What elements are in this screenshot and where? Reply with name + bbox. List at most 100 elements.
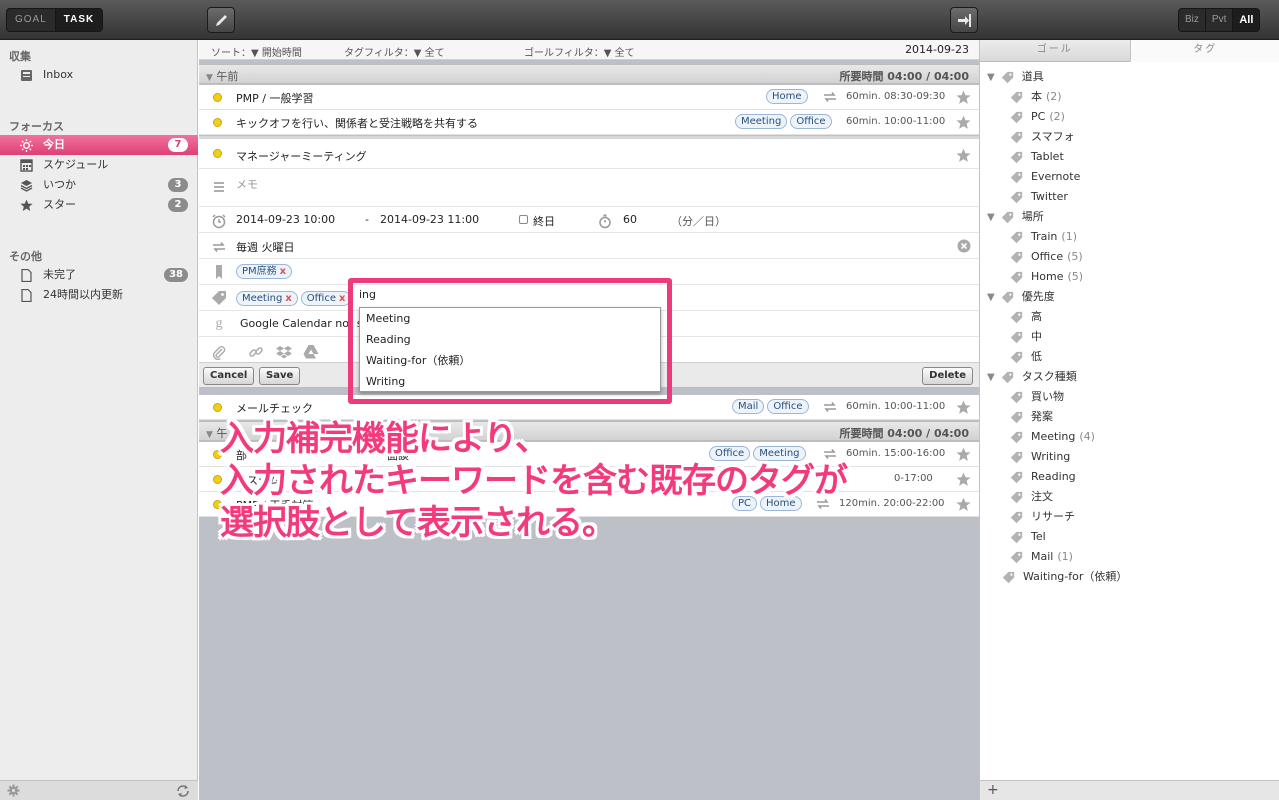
task-duration: 60min. 10:00-11:00 (846, 401, 946, 412)
tag-tree-item[interactable]: 注文 (1010, 487, 1053, 507)
tag-tree-item[interactable]: Meeting (4) (1010, 427, 1095, 447)
autocomplete-option[interactable]: Meeting (360, 308, 660, 329)
delete-button[interactable]: Delete (922, 367, 973, 385)
tag-tree-item[interactable]: Reading (1010, 467, 1076, 487)
cancel-button[interactable]: Cancel (203, 367, 255, 385)
sync-icon[interactable] (176, 784, 190, 798)
autocomplete-option[interactable]: Waiting-for（依頼） (360, 350, 660, 371)
paperclip-icon[interactable] (211, 344, 227, 360)
tag-tree-item[interactable]: ▼ 場所 (987, 207, 1044, 227)
sidebar-item-star[interactable]: スター 2 (0, 195, 198, 215)
tag-tree-item[interactable]: スマフォ (1010, 127, 1075, 147)
autocomplete-option[interactable]: Reading (360, 329, 660, 350)
tag-chip[interactable]: Meeting (735, 114, 788, 129)
tag-chip[interactable]: Home (766, 89, 808, 104)
dropbox-icon[interactable] (276, 344, 292, 360)
minutes-input[interactable]: 60 (623, 213, 637, 226)
tag-tree-item[interactable]: ▼ 道具 (987, 67, 1044, 87)
google-drive-icon[interactable] (303, 344, 319, 360)
tag-chip[interactable]: Office (790, 114, 832, 129)
tag-tree-item[interactable]: Tablet (1010, 147, 1064, 167)
tag-tree-item[interactable]: Evernote (1010, 167, 1080, 187)
tag-tree-item[interactable]: Waiting-for（依頼） (1002, 567, 1127, 587)
star-icon[interactable] (956, 400, 971, 415)
star-icon[interactable] (956, 148, 971, 163)
tag-tree-item[interactable]: ▼ タスク種類 (987, 367, 1077, 387)
export-button[interactable] (950, 7, 978, 33)
expand-triangle-icon[interactable]: ▼ (987, 72, 995, 83)
tag-icon (1010, 351, 1023, 363)
task-title-input[interactable]: マネージャーミーティング (236, 148, 367, 164)
allday-checkbox[interactable] (519, 215, 528, 224)
expand-triangle-icon[interactable]: ▼ (987, 372, 995, 383)
add-tag-button[interactable]: + (987, 782, 999, 798)
task-duration: 60min. 08:30-09:30 (846, 91, 946, 102)
status-dot[interactable] (213, 93, 222, 102)
tag-tree-item[interactable]: Tel (1010, 527, 1046, 547)
memo-input[interactable]: メモ (236, 176, 258, 192)
goal-filter-dropdown[interactable]: ゴールフィルタ：▼ 全て (524, 44, 635, 59)
status-dot[interactable] (213, 403, 222, 412)
sort-dropdown[interactable]: ソート：▼ 開始時間 (211, 44, 302, 59)
end-datetime-input[interactable]: 2014-09-23 11:00 (380, 213, 479, 226)
gcal-status[interactable]: Google Calendar not s (240, 317, 363, 330)
tag-chip[interactable]: Office (767, 399, 809, 414)
task-row[interactable]: キックオフを行い、関係者と受注戦略を共有する Meeting Office 60m… (199, 110, 979, 135)
tab-goal[interactable]: ゴール (980, 40, 1130, 62)
tab-tag[interactable]: タグ (1129, 40, 1279, 62)
task-row[interactable]: PMP / 一般学習 Home 60min. 08:30-09:30 (199, 85, 979, 110)
tag-input[interactable]: ing (359, 288, 376, 301)
tag-tree-item[interactable]: 発案 (1010, 407, 1053, 427)
scope-pvt[interactable]: Pvt (1204, 9, 1232, 31)
tag-tree-item[interactable]: 中 (1010, 327, 1042, 347)
repeat-setting[interactable]: 毎週 火曜日 (236, 239, 295, 255)
group-header-am[interactable]: ▼ 午前 所要時間 04:00 / 04:00 (199, 64, 979, 84)
tag-tree-item[interactable]: PC (2) (1010, 107, 1065, 127)
section-title-other: その他 (9, 250, 42, 263)
tag-tree-item[interactable]: 低 (1010, 347, 1042, 367)
new-task-button[interactable] (207, 7, 235, 33)
tag-tree-item[interactable]: Twitter (1010, 187, 1068, 207)
tag-tree-item[interactable]: リサーチ (1010, 507, 1075, 527)
star-icon[interactable] (956, 115, 971, 130)
save-button[interactable]: Save (259, 367, 301, 385)
tag-tree-item[interactable]: Office (5) (1010, 247, 1083, 267)
link-icon[interactable] (248, 344, 264, 360)
tag-tree-item[interactable]: ▼ 優先度 (987, 287, 1055, 307)
star-icon[interactable] (956, 497, 971, 512)
sidebar-item-recent[interactable]: 24時間以内更新 (0, 285, 198, 305)
expand-triangle-icon[interactable]: ▼ (987, 212, 995, 223)
tag-chip[interactable]: Office x (300, 291, 352, 306)
star-icon[interactable] (956, 90, 971, 105)
star-icon[interactable] (956, 472, 971, 487)
tag-tree-item[interactable]: Train (1) (1010, 227, 1077, 247)
tag-tree-item[interactable]: Mail (1) (1010, 547, 1073, 567)
sidebar-item-incomplete[interactable]: 未完了 38 (0, 265, 198, 285)
sidebar-item-today[interactable]: 今日 7 (0, 135, 198, 155)
status-dot[interactable] (213, 118, 222, 127)
tag-tree-item[interactable]: 本 (2) (1010, 87, 1062, 107)
sidebar-item-someday[interactable]: いつか 3 (0, 175, 198, 195)
start-datetime-input[interactable]: 2014-09-23 10:00 (236, 213, 335, 226)
clear-icon[interactable] (957, 239, 971, 253)
status-dot[interactable] (213, 149, 222, 158)
expand-triangle-icon[interactable]: ▼ (987, 292, 995, 303)
tag-tree-item[interactable]: Writing (1010, 447, 1070, 467)
sidebar-item-schedule[interactable]: スケジュール (0, 155, 198, 175)
sidebar-item-inbox[interactable]: Inbox (0, 65, 198, 85)
tag-chip[interactable]: Mail (732, 399, 765, 414)
tag-tree-item[interactable]: 買い物 (1010, 387, 1064, 407)
star-icon[interactable] (956, 447, 971, 462)
gear-icon[interactable] (7, 784, 20, 797)
autocomplete-option[interactable]: Writing (360, 371, 660, 392)
tag-tree-item[interactable]: Home (5) (1010, 267, 1083, 287)
goal-toggle[interactable]: GOAL (7, 9, 55, 31)
goal-tag-chip[interactable]: PM庶務 x (236, 264, 293, 279)
tag-icon (1010, 231, 1023, 243)
tag-filter-dropdown[interactable]: タグフィルタ：▼ 全て (344, 44, 445, 59)
scope-biz[interactable]: Biz (1179, 9, 1205, 31)
task-toggle[interactable]: TASK (54, 9, 103, 31)
tag-chip[interactable]: Meeting x (236, 291, 298, 306)
tag-tree-item[interactable]: 高 (1010, 307, 1042, 327)
scope-all[interactable]: All (1232, 9, 1260, 31)
